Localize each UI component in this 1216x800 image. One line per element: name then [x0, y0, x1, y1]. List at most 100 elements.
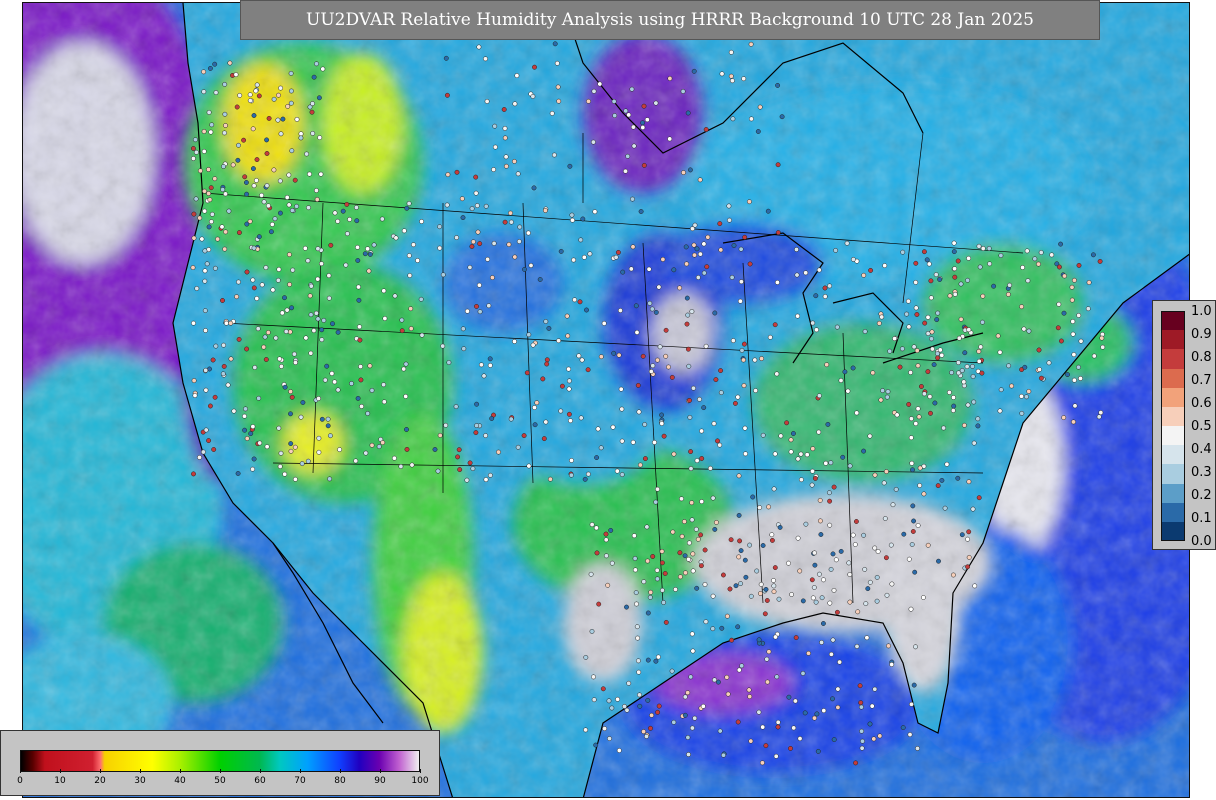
station-dot	[315, 246, 321, 252]
station-dot	[756, 637, 762, 643]
station-dot	[704, 264, 710, 270]
legend-tick-label: 0.9	[1191, 327, 1212, 342]
station-dot	[613, 254, 619, 260]
station-dot	[532, 422, 538, 428]
station-dot	[286, 202, 292, 208]
station-dot	[910, 503, 916, 509]
station-dot	[911, 682, 917, 688]
station-dot	[391, 455, 397, 461]
station-dot	[650, 554, 656, 559]
station-dot	[1061, 310, 1067, 316]
station-dot	[908, 416, 914, 422]
station-dot	[635, 635, 641, 641]
station-dot	[276, 266, 282, 272]
station-dot	[379, 216, 385, 222]
station-dot	[721, 752, 726, 758]
station-dot	[682, 694, 688, 700]
station-dot	[686, 540, 692, 546]
station-dot	[975, 416, 981, 422]
station-dot	[935, 355, 941, 361]
station-dot	[292, 444, 298, 450]
station-dot	[690, 648, 696, 654]
station-dot	[624, 707, 630, 713]
station-dot	[755, 129, 761, 134]
station-dot	[453, 404, 459, 410]
station-dot	[222, 111, 228, 117]
station-dot	[392, 293, 398, 299]
station-dot	[689, 500, 695, 506]
station-dot	[642, 422, 648, 427]
station-dot	[380, 440, 386, 446]
station-dot	[318, 171, 324, 177]
station-dot	[496, 449, 501, 455]
station-dot	[644, 524, 650, 530]
station-dot	[691, 68, 697, 74]
station-dot	[795, 313, 801, 319]
station-dot	[772, 565, 778, 571]
station-dot	[663, 327, 669, 333]
station-dot	[615, 696, 621, 702]
station-dot	[776, 596, 782, 602]
rh-tick-label: 40	[174, 776, 186, 786]
station-dot	[254, 157, 260, 163]
station-dot	[742, 234, 748, 240]
station-dot	[810, 468, 815, 474]
station-dot	[631, 143, 637, 149]
station-dot	[534, 400, 540, 406]
station-dot	[976, 348, 982, 354]
station-dot	[288, 448, 294, 454]
station-dot	[977, 264, 983, 270]
station-dot	[882, 263, 888, 269]
station-dot	[828, 566, 834, 572]
station-dot	[470, 466, 476, 472]
station-dot	[603, 553, 609, 559]
station-dot	[522, 266, 527, 272]
station-dot	[763, 586, 769, 592]
station-dot	[677, 285, 683, 291]
station-dot	[532, 64, 537, 70]
station-dot	[757, 104, 763, 110]
station-dot	[567, 163, 573, 169]
station-dot	[244, 191, 250, 197]
station-dot	[937, 347, 943, 353]
station-dot	[1062, 273, 1067, 279]
legend-tick-label: 0.5	[1191, 419, 1212, 434]
station-dot	[617, 308, 623, 313]
station-dot	[671, 267, 677, 273]
station-dot	[887, 348, 893, 354]
station-dot	[437, 245, 443, 251]
station-dot	[481, 373, 487, 379]
legend-tick-label: 0.0	[1191, 534, 1212, 549]
station-dot	[710, 593, 716, 599]
station-dot	[700, 703, 706, 709]
legend-tick-label: 1.0	[1191, 304, 1212, 319]
station-dot	[551, 152, 557, 158]
station-dot	[810, 320, 816, 326]
station-dot	[1056, 301, 1062, 307]
legend-tick-label: 0.6	[1191, 396, 1212, 411]
station-dot	[263, 265, 269, 271]
station-dot	[568, 418, 573, 424]
station-dot	[809, 482, 815, 488]
station-dot	[771, 577, 776, 583]
station-dot	[619, 438, 625, 444]
station-dot	[278, 363, 284, 369]
station-dot	[813, 599, 819, 605]
station-dot	[890, 502, 896, 508]
station-dot	[823, 460, 829, 466]
station-dot	[826, 490, 832, 496]
station-dot	[769, 537, 775, 543]
station-dot	[872, 686, 878, 692]
station-dot	[512, 254, 518, 260]
station-dot	[970, 363, 975, 369]
station-dot	[1026, 388, 1032, 394]
station-dot	[1019, 410, 1025, 416]
station-dot	[685, 110, 691, 116]
station-dot	[959, 368, 965, 373]
station-dot	[250, 277, 256, 283]
station-dot	[552, 41, 558, 47]
station-dot	[202, 248, 208, 254]
station-dot	[970, 506, 976, 512]
station-dot	[827, 283, 833, 289]
station-dot	[685, 690, 691, 696]
